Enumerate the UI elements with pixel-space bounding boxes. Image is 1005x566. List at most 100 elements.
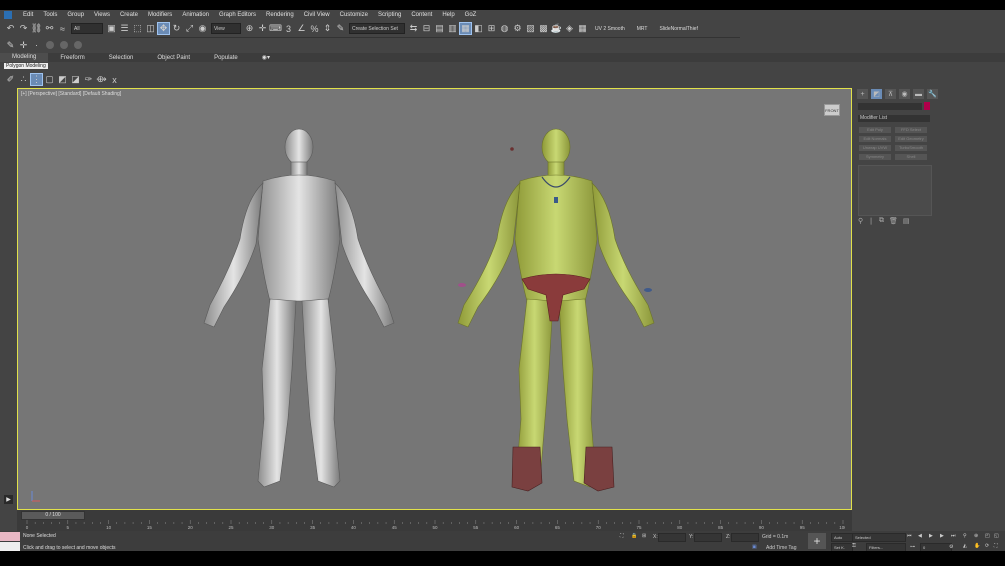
modify-mode-icon[interactable]: ✐ (5, 74, 16, 85)
select-rotate-icon[interactable]: ↻ (171, 23, 182, 34)
key-filter-dropdown[interactable]: Selected (852, 533, 906, 542)
display-tab-icon[interactable]: ▬ (913, 89, 924, 99)
maxscript-play-icon[interactable]: ▶ (4, 495, 13, 504)
configure-sets-icon[interactable]: ▤ (903, 217, 910, 225)
track-bar[interactable]: 0 5 10 15 20 25 30 35 40 45 50 55 60 65 70 75 80 85 90 95 10… (25, 520, 845, 530)
next-frame-icon[interactable]: ▶ (940, 533, 944, 539)
paint-icon[interactable]: ✑ (83, 74, 94, 85)
unlink-icon[interactable]: ⚯ (44, 23, 55, 34)
menu-edit[interactable]: Edit (18, 12, 38, 18)
isolate-icon[interactable]: ⛶ (620, 533, 624, 539)
menu-animation[interactable]: Animation (177, 12, 214, 18)
go-to-start-icon[interactable]: ⏮ (907, 533, 912, 539)
angle-snap-icon[interactable]: ∠ (296, 23, 307, 34)
ref-coord-dropdown[interactable]: View (211, 23, 241, 34)
link-icon[interactable]: ⛓ (31, 23, 42, 34)
qr-code-icon[interactable]: ▦ (577, 23, 588, 34)
modifier-button[interactable]: FFD Select (895, 127, 927, 133)
element-icon[interactable]: ◪ (70, 74, 81, 85)
time-config-icon[interactable]: ⚙ (949, 544, 953, 550)
rendered-frame-icon[interactable]: ▨ (525, 23, 536, 34)
menu-group[interactable]: Group (62, 12, 89, 18)
mirror-icon[interactable]: ⇆ (408, 23, 419, 34)
go-to-end-icon[interactable]: ⏭ (951, 533, 956, 539)
snap-toggle-icon[interactable]: 3 (283, 23, 294, 34)
edit-named-sets-icon[interactable]: ✎ (335, 23, 346, 34)
auto-key-button[interactable]: Auto (831, 533, 853, 542)
place-icon[interactable]: ◉ (197, 23, 208, 34)
selection-filter-dropdown[interactable]: All (71, 23, 103, 34)
menu-views[interactable]: Views (89, 12, 115, 18)
mrt-button[interactable]: MRT (637, 26, 648, 32)
previous-frame-icon[interactable]: ◀ (918, 533, 922, 539)
menu-create[interactable]: Create (115, 12, 143, 18)
time-tag-icon[interactable]: ▣ (752, 544, 757, 550)
scene-explorer-icon[interactable]: ▤ (434, 23, 445, 34)
schematic-view-icon[interactable]: ⊞ (486, 23, 497, 34)
modifier-button[interactable]: Edit Normals (859, 136, 891, 142)
keyboard-shortcut-icon[interactable]: ⌨ (269, 23, 282, 34)
zoom-extents-icon[interactable]: ◰ (985, 533, 990, 539)
render-production-icon[interactable]: ▩ (538, 23, 549, 34)
menu-graph-editors[interactable]: Graph Editors (214, 12, 261, 18)
ribbon-toggle-icon[interactable]: ▦ (459, 22, 472, 35)
render-setup-icon[interactable]: ⚙ (512, 23, 523, 34)
pin-stack-icon[interactable]: ⚲ (858, 217, 863, 225)
z-coord-field[interactable] (731, 533, 759, 542)
render-active-icon[interactable]: ◈ (564, 23, 575, 34)
make-unique-icon[interactable]: ⧉ (879, 217, 884, 225)
percent-snap-icon[interactable]: % (309, 23, 320, 34)
show-end-result-icon[interactable]: ❘ (868, 217, 874, 225)
dot-icon[interactable]: · (31, 40, 42, 51)
tab-freeform[interactable]: Freeform (48, 53, 96, 62)
key-mode-toggle-icon[interactable]: ⊶ (910, 544, 915, 550)
menu-tools[interactable]: Tools (38, 12, 62, 18)
transform-xyz-icon[interactable]: x (109, 74, 120, 85)
menu-content[interactable]: Content (406, 12, 437, 18)
select-scale-icon[interactable]: ⤢ (184, 23, 195, 34)
move-tool-icon[interactable]: ✛ (18, 40, 29, 51)
field-of-view-icon[interactable]: ◭ (963, 543, 967, 549)
y-coord-field[interactable] (694, 533, 722, 542)
base-mesh-figure[interactable] (203, 128, 395, 488)
ribbon-options-icon[interactable]: ◉▾ (250, 53, 282, 62)
key-mode-icon[interactable]: ⚿ (852, 543, 856, 549)
redo-icon[interactable]: ↷ (18, 23, 29, 34)
zoom-all-icon[interactable]: ⊕ (974, 533, 978, 539)
modifier-button[interactable]: TurboSmooth (895, 145, 927, 151)
pan-view-icon[interactable]: ✋ (974, 543, 980, 549)
maxscript-input-field[interactable] (0, 542, 20, 551)
render-teapot-icon[interactable]: ☕ (551, 23, 562, 34)
create-tab-icon[interactable]: + (857, 89, 868, 99)
zoom-icon[interactable]: ⚲ (963, 533, 967, 539)
object-color-swatch[interactable] (924, 102, 930, 110)
remove-modifier-icon[interactable]: 🗑 (889, 217, 898, 225)
max-logo-icon[interactable] (4, 11, 12, 19)
maxscript-listener-field[interactable] (0, 532, 20, 541)
undo-icon[interactable]: ↶ (5, 23, 16, 34)
object-name-field[interactable] (858, 103, 922, 110)
orbit-icon[interactable]: ⟳ (985, 543, 989, 549)
menu-help[interactable]: Help (437, 12, 459, 18)
bind-space-warp-icon[interactable]: ≈ (57, 23, 68, 34)
zoom-extents-all-icon[interactable]: ◱ (994, 533, 999, 539)
align-icon[interactable]: ⊟ (421, 23, 432, 34)
material-editor-icon[interactable]: ◍ (499, 23, 510, 34)
select-object-icon[interactable]: ▣ (106, 23, 117, 34)
menu-civil-view[interactable]: Civil View (299, 12, 335, 18)
brush-tool-icon[interactable]: ✎ (5, 40, 16, 51)
modifier-button[interactable]: Symmetry (859, 154, 891, 160)
maximize-viewport-icon[interactable]: ⛶ (994, 543, 998, 549)
absolute-mode-icon[interactable]: ⊞ (642, 533, 646, 539)
select-by-name-icon[interactable]: ☰ (119, 23, 130, 34)
uv-smooth-button[interactable]: UV 2 Smooth (595, 26, 625, 32)
polygon-modeling-label[interactable]: Polygon Modeling (4, 63, 48, 69)
menu-rendering[interactable]: Rendering (261, 12, 299, 18)
x-coord-field[interactable] (658, 533, 686, 542)
curve-editor-icon[interactable]: ◧ (473, 23, 484, 34)
edge-icon[interactable]: ⋮ (30, 73, 43, 86)
play-animation-icon[interactable]: ▶ (929, 533, 933, 539)
lock-selection-icon[interactable]: 🔒 (631, 533, 637, 539)
grow-icon[interactable]: ⟴ (96, 74, 107, 85)
menu-goz[interactable]: GoZ (460, 12, 482, 18)
